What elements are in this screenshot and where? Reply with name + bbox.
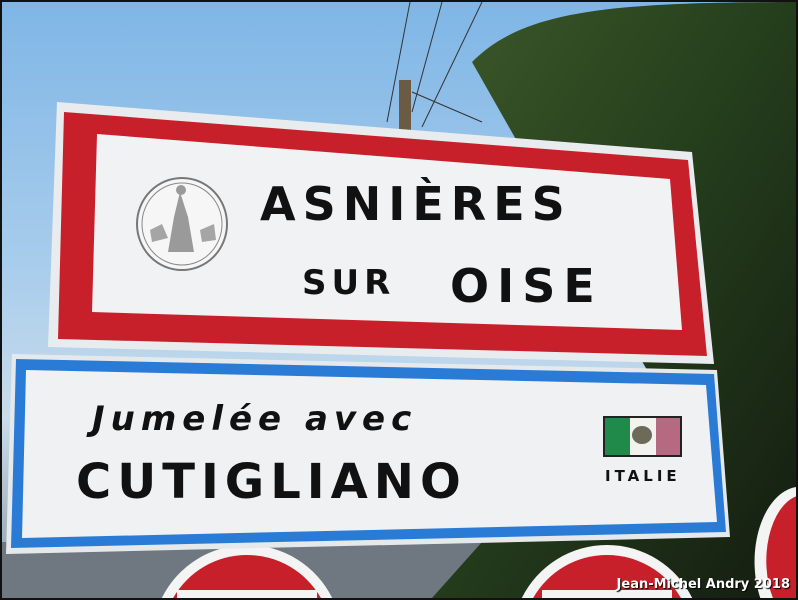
photo-scene: ASNIÈRES SUR OISE Jumelée avec CUTIGLIAN… (0, 0, 798, 600)
italian-flag-icon (603, 416, 682, 457)
twinned-with-label: Jumelée avec (86, 399, 417, 439)
town-name-line1: ASNIÈRES (260, 177, 572, 231)
country-label: ITALIE (605, 467, 681, 485)
twin-town-sign: Jumelée avec CUTIGLIANO ITALIE (6, 354, 730, 554)
photographer-watermark: Jean-Michel Andry 2018 (616, 577, 790, 592)
scene-graphics: ASNIÈRES SUR OISE Jumelée avec CUTIGLIAN… (2, 2, 796, 598)
twin-town-name: CUTIGLIANO (76, 454, 467, 510)
utility-pole (399, 80, 411, 130)
town-name-oise: OISE (450, 259, 603, 313)
town-name-sur: SUR (302, 263, 395, 303)
town-seal-icon (136, 177, 228, 271)
